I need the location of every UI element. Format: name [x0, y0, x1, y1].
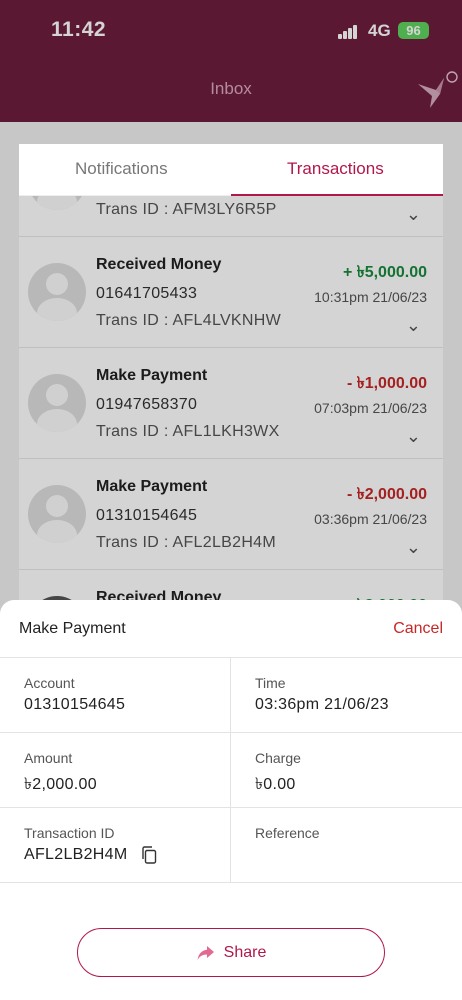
transaction-phone: 01947658370: [96, 396, 198, 413]
list-item[interactable]: Make Payment 01947658370 Trans ID : AFL1…: [19, 348, 443, 459]
tab-transactions[interactable]: Transactions: [287, 159, 384, 179]
chevron-down-icon[interactable]: ⌄: [406, 204, 421, 225]
time-cell: Time 03:36pm 21/06/23: [231, 658, 462, 733]
share-button[interactable]: Share: [77, 928, 385, 977]
transaction-phone: 01310154645: [96, 507, 198, 524]
transaction-id: Trans ID : AFM3LY6R5P: [96, 201, 277, 218]
transaction-title: Make Payment: [96, 367, 208, 384]
transaction-id-value: AFL2LB2H4M: [24, 846, 128, 863]
transaction-id: Trans ID : AFL2LB2H4M: [96, 534, 276, 551]
charge-cell: Charge ৳0.00: [231, 733, 462, 808]
avatar: [28, 374, 86, 432]
charge-value: ৳0.00: [255, 776, 296, 793]
share-label: Share: [223, 943, 267, 961]
reference-label: Reference: [255, 825, 320, 841]
amount-value: ৳2,000.00: [24, 776, 97, 793]
chevron-down-icon[interactable]: ⌄: [406, 537, 421, 558]
transaction-id: Trans ID : AFL1LKH3WX: [96, 423, 280, 440]
transaction-id: Trans ID : AFL4LVKNHW: [96, 312, 282, 329]
chevron-down-icon[interactable]: ⌄: [406, 315, 421, 336]
amount-label: Amount: [24, 750, 73, 766]
account-cell: Account 01310154645: [0, 658, 231, 733]
battery-level: 96: [406, 23, 421, 38]
transaction-detail-sheet: Make Payment Cancel Account 01310154645 …: [0, 600, 462, 1000]
avatar: [28, 485, 86, 543]
transaction-amount: - ৳2,000.00: [346, 486, 427, 503]
transaction-amount: + ৳5,000.00: [342, 264, 427, 281]
tab-notifications[interactable]: Notifications: [75, 159, 168, 179]
transaction-title: Make Payment: [96, 478, 208, 495]
chevron-down-icon[interactable]: ⌄: [406, 426, 421, 447]
page-title: Inbox: [210, 79, 252, 98]
transaction-id-cell: Transaction ID AFL2LB2H4M: [0, 808, 231, 883]
status-bar: 11:42 4G 96: [0, 0, 462, 62]
charge-label: Charge: [255, 750, 301, 766]
reference-cell: Reference: [231, 808, 462, 883]
bird-logo-icon: [418, 71, 458, 108]
time-value: 03:36pm 21/06/23: [255, 696, 389, 713]
battery-icon: 96: [398, 22, 429, 39]
status-time: 11:42: [51, 18, 107, 41]
cancel-button[interactable]: Cancel: [393, 620, 443, 638]
signal-icon: [338, 25, 358, 39]
transaction-phone: 01641705433: [96, 285, 198, 302]
sheet-title: Make Payment: [19, 620, 126, 637]
transaction-date: 07:03pm 21/06/23: [314, 400, 427, 416]
transaction-date: 03:36pm 21/06/23: [314, 511, 427, 527]
app-header: Inbox: [0, 62, 462, 122]
avatar: [28, 263, 86, 321]
sheet-header: Make Payment Cancel: [0, 600, 462, 658]
account-label: Account: [24, 675, 75, 691]
transaction-amount: - ৳1,000.00: [346, 375, 427, 392]
time-label: Time: [255, 675, 286, 691]
list-item[interactable]: Make Payment 01310154645 Trans ID : AFL2…: [19, 459, 443, 570]
account-value: 01310154645: [24, 696, 126, 713]
copy-icon[interactable]: [141, 846, 157, 864]
amount-cell: Amount ৳2,000.00: [0, 733, 231, 808]
transaction-title: Received Money: [96, 256, 222, 273]
list-item[interactable]: Received Money 01641705433 Trans ID : AF…: [19, 237, 443, 348]
transaction-id-label: Transaction ID: [24, 825, 115, 841]
transaction-date: 10:31pm 21/06/23: [314, 289, 427, 305]
tab-bar: Notifications Transactions: [19, 144, 443, 196]
share-arrow-icon: [197, 945, 214, 960]
active-tab-indicator: [231, 194, 443, 196]
network-type: 4G: [368, 21, 391, 40]
